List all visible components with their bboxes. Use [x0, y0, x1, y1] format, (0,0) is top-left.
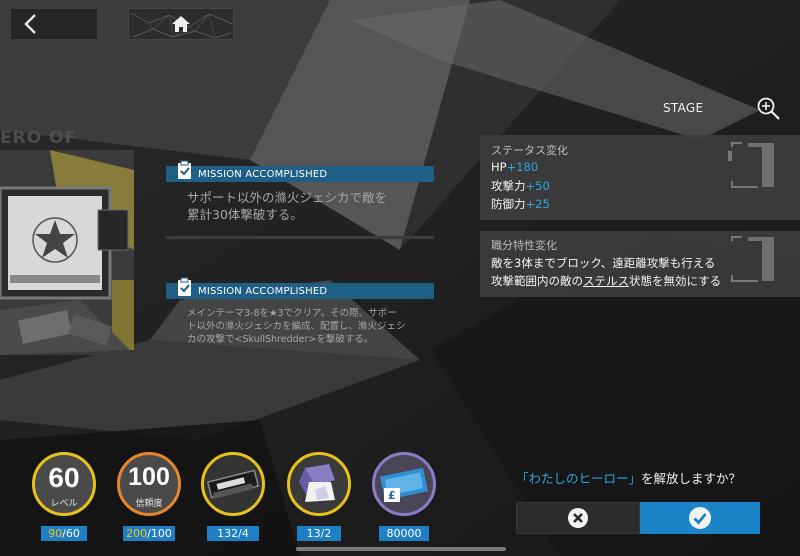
- skin-artwork: [0, 150, 134, 355]
- stage-1-emblem: [731, 236, 774, 282]
- mission-card-2: MISSION ACCOMPLISHED メインテーマ3-8を★3でクリア。その…: [166, 277, 434, 346]
- lmd-currency-icon: £: [379, 467, 429, 502]
- cancel-button[interactable]: [516, 502, 640, 534]
- zoom-in-icon[interactable]: [756, 96, 782, 122]
- level-label: レベル: [50, 499, 78, 509]
- panel-title: ステータス変化: [491, 144, 568, 157]
- panel-title: 職分特性変化: [491, 239, 557, 252]
- top-navigation: [10, 8, 234, 40]
- stage-1-emblem: [728, 142, 774, 188]
- status-change-panel: ステータス変化 HP+180 攻撃力+50 防御力+25: [480, 135, 800, 220]
- trait-line-1: 敵を3体までブロック、遠距離攻撃も行える: [491, 256, 716, 270]
- level-value: 60: [48, 462, 80, 493]
- svg-text:£: £: [388, 489, 396, 502]
- clipboard-check-icon: [178, 160, 191, 179]
- mission-divider: [166, 236, 434, 239]
- back-button[interactable]: [10, 8, 98, 40]
- trust-counter: 200/100: [123, 526, 175, 541]
- lmd-amount: 80000: [379, 526, 429, 541]
- check-icon: [689, 507, 711, 529]
- chip-item-icon: [207, 469, 260, 499]
- mission-description: サポート以外の滌火ジェシカで敵を 累計30体撃破する。: [187, 190, 388, 222]
- home-button[interactable]: [128, 8, 234, 40]
- trust-value: 100: [128, 463, 170, 491]
- mission-header: MISSION ACCOMPLISHED: [166, 160, 434, 182]
- level-counter: 90/60: [41, 526, 87, 541]
- confirm-button[interactable]: [640, 502, 760, 534]
- trait-change-panel: 職分特性変化 敵を3体までブロック、遠距離攻撃も行える 攻撃範囲内の敵のステルス…: [480, 231, 800, 297]
- stat-attack: 攻撃力+50: [491, 179, 550, 193]
- mission-status: MISSION ACCOMPLISHED: [198, 168, 328, 180]
- item-2-counter: 13/2: [297, 526, 341, 541]
- item-1-counter: 132/4: [207, 526, 259, 541]
- stage-label: STAGE: [663, 101, 704, 115]
- mission-header: MISSION ACCOMPLISHED: [166, 277, 434, 299]
- confirm-question: 「わたしのヒーロー」を解放しますか？: [516, 471, 742, 486]
- home-icon: [172, 16, 190, 32]
- home-indicator: [296, 547, 506, 551]
- artwork-title-fragment: ERO OF: [0, 128, 78, 148]
- trait-line-2: 攻撃範囲内の敵のステルス状態を無効にする: [491, 274, 722, 288]
- close-icon: [568, 508, 588, 528]
- back-arrow-icon: [24, 14, 36, 34]
- stat-defense: 防御力+25: [491, 197, 550, 211]
- trust-label: 信頼度: [135, 499, 163, 509]
- mission-status: MISSION ACCOMPLISHED: [198, 285, 328, 297]
- mission-card-1: MISSION ACCOMPLISHED サポート以外の滌火ジェシカで敵を 累計…: [166, 160, 434, 223]
- mission-description: メインテーマ3-8を★3でクリア。その際、サポー ト以外の滌火ジェシカを編成、配…: [187, 308, 406, 345]
- crystal-item-icon: [299, 464, 335, 502]
- clipboard-check-icon: [178, 277, 191, 296]
- stat-hp: HP+180: [491, 160, 539, 174]
